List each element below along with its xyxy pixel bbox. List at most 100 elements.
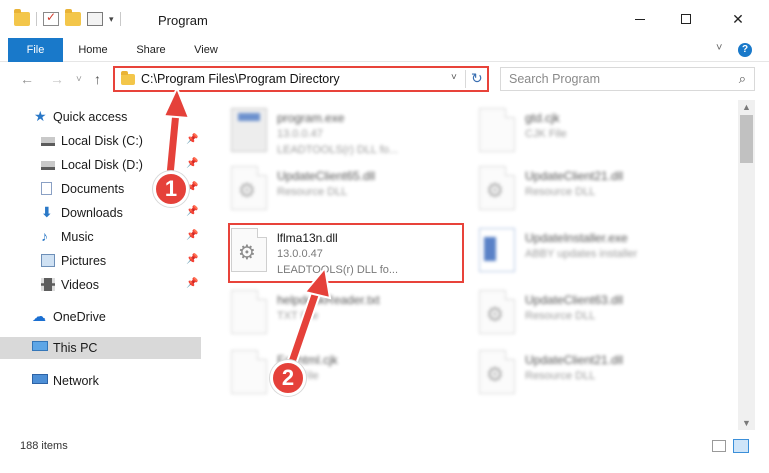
dll-icon: ⚙ [479,290,515,334]
recent-locations-button[interactable]: ˅ [76,74,82,85]
file-highlight-box [228,223,464,283]
file-item[interactable]: ⚙ UpdateClient63.dll Resource DLL [479,288,724,344]
file-type: CJK File [525,128,567,140]
file-item[interactable]: ⚙ UpdateClient65.dll Resource DLL [231,164,476,220]
file-type: TXT File [277,310,319,322]
file-name: helpdeskReader.txt [277,293,380,307]
documents-icon [41,182,52,195]
videos-icon [41,278,55,291]
pin-icon[interactable]: 📌 [186,158,198,169]
file-item[interactable]: ⚙ UpdateClient21.dll Resource DLL [479,164,724,220]
gear-icon: ⚙ [238,180,256,202]
file-type: Resource DLL [277,186,348,198]
close-icon: ✕ [732,10,744,27]
tiles-view-icon[interactable] [733,439,749,453]
file-item[interactable]: Fashtml.cjk CJK File [231,348,476,404]
dll-icon: ⚙ [479,166,515,210]
network-icon [32,374,48,384]
back-button[interactable]: ← [20,71,34,87]
sidebar-item-this-pc[interactable]: This PC [0,337,201,359]
vertical-scrollbar[interactable]: ▲ ▼ [738,100,755,430]
sidebar-item-label: Documents [61,182,125,196]
pin-icon[interactable]: 📌 [186,134,198,145]
sidebar-item-network[interactable]: Network [0,370,201,392]
help-icon[interactable]: ? [738,43,752,57]
sidebar-item-onedrive[interactable]: ☁ OneDrive [0,306,201,328]
title-bar: ▾ Program ✕ [0,0,769,38]
gear-icon: ⚙ [486,180,504,202]
sidebar-item-label: Local Disk (D:) [61,158,143,172]
music-icon: ♪ [41,228,48,244]
tab-file[interactable]: File [8,38,63,62]
file-item[interactable]: helpdeskReader.txt TXT File [231,288,476,344]
maximize-button[interactable] [664,0,708,38]
pin-icon[interactable]: 📌 [186,278,198,289]
step-2-badge: 2 [270,360,306,396]
forward-button[interactable]: → [50,71,64,87]
new-folder-icon[interactable] [65,9,81,26]
expand-ribbon-icon[interactable]: ˅ [716,42,722,54]
file-name: UpdateClient21.dll [525,353,624,367]
file-type: Resource DLL [525,310,596,322]
cloud-icon: ☁ [32,308,46,324]
sidebar-item-label: Local Disk (C:) [61,134,143,148]
maximize-icon [681,14,691,24]
scroll-thumb[interactable] [740,115,753,163]
folder-icon[interactable] [14,9,30,26]
navigation-pane: ★ Quick access Local Disk (C:) 📌 Local D… [0,100,205,430]
disk-icon [41,161,55,170]
file-name: gtd.cjk [525,111,560,125]
scroll-up-icon[interactable]: ▲ [742,102,751,112]
search-icon: ⌕ [738,71,746,86]
pin-icon[interactable]: 📌 [186,230,198,241]
file-version: 13.0.0.47 [277,128,323,140]
sidebar-item-quick-access[interactable]: ★ Quick access [0,106,201,128]
file-item[interactable]: ⚙ UpdateClient21.dll Resource DLL [479,348,724,404]
star-icon: ★ [34,108,47,124]
sidebar-item-label: OneDrive [53,310,106,324]
properties-check-icon[interactable] [43,10,59,26]
file-type: Resource DLL [525,186,596,198]
search-placeholder: Search Program [509,72,601,86]
toolbar-separator [36,12,37,26]
sidebar-item-label: Network [53,374,99,388]
pin-icon[interactable]: 📌 [186,254,198,265]
up-button[interactable]: ↑ [94,71,101,87]
minimize-button[interactable] [618,0,662,38]
step-1-badge: 1 [153,171,189,207]
sidebar-item-videos[interactable]: Videos 📌 [0,274,201,296]
sidebar-item-local-disk-c[interactable]: Local Disk (C:) 📌 [0,130,201,152]
window-title: Program [158,13,208,28]
tab-share[interactable]: Share [128,38,174,62]
file-icon [479,108,515,152]
customize-icon[interactable] [87,12,103,26]
toolbar-dropdown-icon[interactable]: ▾ [109,14,114,25]
sidebar-item-label: Music [61,230,94,244]
sidebar-item-pictures[interactable]: Pictures 📌 [0,250,201,272]
file-item[interactable]: UpdateInstaller.exe ABBY updates install… [479,226,724,282]
tab-view[interactable]: View [184,38,228,62]
file-description: LEADTOOLS(r) DLL fo... [277,144,399,156]
file-item[interactable]: gtd.cjk CJK File [479,106,724,162]
quick-access-toolbar: ▾ [14,9,121,26]
dll-icon: ⚙ [231,166,267,210]
item-count: 188 items [20,440,68,452]
navigation-bar: ← → ˅ ↑ C:\Program Files\Program Directo… [0,63,769,96]
close-button[interactable]: ✕ [716,0,760,38]
file-name: UpdateClient63.dll [525,293,624,307]
scroll-down-icon[interactable]: ▼ [742,418,751,428]
search-input[interactable]: Search Program ⌕ [500,67,755,91]
sidebar-item-music[interactable]: ♪ Music 📌 [0,226,201,248]
details-view-icon[interactable] [712,440,726,452]
exe-icon [231,108,267,152]
pictures-icon [41,254,55,267]
installer-icon [479,228,515,272]
file-type: ABBY updates installer [525,248,638,260]
file-type: Resource DLL [525,370,596,382]
sidebar-item-label: Videos [61,278,99,292]
tab-home[interactable]: Home [68,38,118,62]
sidebar-item-label: Downloads [61,206,123,220]
file-name: UpdateClient21.dll [525,169,624,183]
pin-icon[interactable]: 📌 [186,206,198,217]
file-item[interactable]: program.exe 13.0.0.47 LEADTOOLS(r) DLL f… [231,106,476,162]
